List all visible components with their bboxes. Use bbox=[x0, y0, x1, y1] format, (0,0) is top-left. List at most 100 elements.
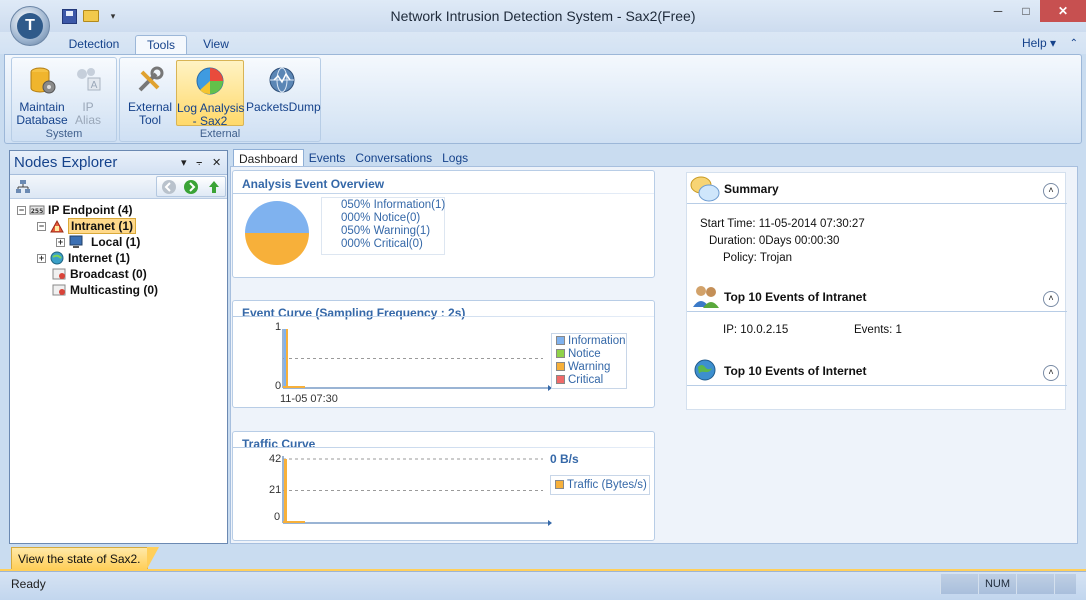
y-tick-label: 0 bbox=[275, 380, 282, 392]
nodes-explorer-header: Nodes Explorer ▾ ⨪ ✕ bbox=[10, 151, 227, 175]
y-tick-label: 21 bbox=[269, 484, 282, 496]
panel-menu-button[interactable]: ▾ bbox=[181, 156, 187, 169]
divider bbox=[233, 193, 654, 194]
ribbon-tabs: Detection Tools View Help ▾ ⌃ bbox=[0, 32, 1086, 54]
database-icon bbox=[30, 67, 56, 94]
nodes-toolbar bbox=[10, 175, 227, 199]
help-menu[interactable]: Help ▾ bbox=[1022, 36, 1056, 50]
forward-icon[interactable] bbox=[183, 179, 199, 195]
intranet-ip: IP: 10.0.2.15 bbox=[723, 324, 789, 336]
tab-conversations[interactable]: Conversations bbox=[350, 149, 437, 167]
svg-text:A: A bbox=[91, 80, 98, 91]
overview-card: Analysis Event Overview 050% Information… bbox=[232, 170, 655, 278]
legend-label: Critical bbox=[568, 374, 604, 386]
tab-events[interactable]: Events bbox=[304, 149, 351, 167]
window-controls: ─ □ ✕ bbox=[984, 0, 1086, 22]
y-tick-label: 1 bbox=[275, 321, 282, 333]
bar-information bbox=[284, 329, 286, 388]
expand-icon[interactable]: + bbox=[56, 237, 65, 247]
tree-node-internet[interactable]: + Internet (1) bbox=[37, 250, 130, 266]
collapse-icon[interactable]: − bbox=[17, 205, 26, 215]
legend-label: Traffic (Bytes/s) bbox=[567, 479, 647, 491]
traffic-legend: Traffic (Bytes/s) bbox=[550, 475, 650, 495]
external-tool-label: External Tool bbox=[127, 100, 173, 127]
overview-pie-chart bbox=[245, 201, 309, 265]
collapse-summary-button[interactable]: ˄ bbox=[1043, 183, 1059, 199]
title-bar: ▾ Network Intrusion Detection System - S… bbox=[0, 0, 1086, 32]
swatch bbox=[556, 375, 565, 384]
divider bbox=[233, 316, 654, 317]
legend-item-warning: Warning bbox=[556, 361, 622, 374]
packets-dump-button[interactable]: PacketsDump bbox=[246, 60, 321, 126]
external-tool-button[interactable]: External Tool bbox=[122, 60, 178, 127]
x-axis-arrow bbox=[548, 520, 552, 526]
legend-item-information: Information bbox=[556, 335, 626, 348]
ribbon-group-system: Maintain Database A IP Alias System bbox=[11, 57, 117, 142]
overview-legend: 050% Information(1) 000% Notice(0) 050% … bbox=[321, 197, 445, 255]
ip-alias-button[interactable]: A IP Alias bbox=[62, 60, 114, 127]
chat-bubbles-icon bbox=[690, 176, 720, 202]
bar-traffic bbox=[284, 459, 287, 523]
legend-item: 050% Information(1) bbox=[341, 199, 446, 211]
tree-node-intranet[interactable]: − Intranet (1) bbox=[37, 218, 137, 234]
policy: Policy: Trojan bbox=[723, 252, 793, 264]
status-bar: Ready NUM bbox=[0, 571, 1086, 600]
tree-node-label: Multicasting (0) bbox=[70, 283, 159, 297]
duration: Duration: 0Days 00:00:30 bbox=[709, 235, 840, 247]
collapse-internet-button[interactable]: ˄ bbox=[1043, 365, 1059, 381]
close-button[interactable]: ✕ bbox=[1040, 0, 1086, 22]
ribbon-group-external: External Tool Log Analysis - Sax2 Packet… bbox=[119, 57, 321, 142]
close-panel-button[interactable]: ✕ bbox=[212, 156, 221, 169]
resize-grip[interactable] bbox=[1054, 574, 1076, 594]
scroll-indicator bbox=[1016, 574, 1054, 594]
tree-node-multicasting[interactable]: Multicasting (0) bbox=[51, 282, 158, 298]
legend-item: 050% Warning(1) bbox=[341, 225, 431, 237]
log-analysis-button[interactable]: Log Analysis - Sax2 bbox=[176, 60, 244, 128]
nodes-explorer-title: Nodes Explorer bbox=[14, 154, 118, 171]
tools-icon bbox=[138, 66, 164, 92]
up-arrow-icon[interactable] bbox=[206, 179, 222, 195]
legend-item-traffic: Traffic (Bytes/s) bbox=[555, 479, 647, 492]
swatch bbox=[556, 336, 565, 345]
minimize-button[interactable]: ─ bbox=[984, 0, 1012, 22]
legend-label: Notice bbox=[568, 348, 601, 360]
tree-node-local[interactable]: + Local (1) bbox=[56, 234, 140, 250]
expand-icon[interactable]: + bbox=[37, 253, 46, 263]
tab-dashboard[interactable]: Dashboard bbox=[233, 149, 304, 167]
collapse-intranet-button[interactable]: ˄ bbox=[1043, 291, 1059, 307]
tree-node-label: Broadcast (0) bbox=[70, 267, 147, 281]
traffic-rate: 0 B/s bbox=[550, 452, 579, 466]
y-tick-label: 0 bbox=[274, 511, 281, 523]
event-curve-card: Event Curve (Sampling Frequency : 2s) 1 … bbox=[232, 300, 655, 408]
event-curve-legend: Information Notice Warning Critical bbox=[551, 333, 627, 389]
divider bbox=[687, 385, 1067, 386]
tab-detection[interactable]: Detection bbox=[62, 35, 126, 54]
tab-logs[interactable]: Logs bbox=[437, 149, 473, 167]
maximize-button[interactable]: □ bbox=[1012, 0, 1040, 22]
state-tab[interactable]: View the state of Sax2. bbox=[11, 547, 159, 569]
swatch bbox=[556, 362, 565, 371]
divider bbox=[687, 311, 1067, 312]
application-menu-button[interactable]: T bbox=[10, 6, 50, 46]
network-icon[interactable] bbox=[15, 179, 31, 195]
legend-item: 000% Notice(0) bbox=[341, 212, 421, 224]
tree-node-broadcast[interactable]: Broadcast (0) bbox=[51, 266, 147, 282]
tab-tools[interactable]: Tools bbox=[135, 35, 187, 54]
group-label-external: External bbox=[199, 128, 241, 140]
legend-item: 000% Critical(0) bbox=[341, 238, 423, 250]
tree-node-ip-endpoint[interactable]: − 255 IP Endpoint (4) bbox=[17, 202, 132, 218]
bar-warning bbox=[286, 329, 288, 388]
pin-icon[interactable]: ⨪ bbox=[196, 156, 202, 169]
traffic-curve-card: Traffic Curve 42 21 0 0 B/s Traffic (Byt… bbox=[232, 431, 655, 541]
intranet-events: Events: 1 bbox=[854, 324, 902, 336]
internet-section-title: Top 10 Events of Internet bbox=[724, 364, 867, 378]
y-tick-label: 42 bbox=[269, 453, 282, 465]
caps-indicator bbox=[940, 574, 978, 594]
tab-view[interactable]: View bbox=[196, 35, 236, 54]
ribbon-panel: Maintain Database A IP Alias System Exte… bbox=[4, 54, 1082, 144]
collapse-icon[interactable]: − bbox=[37, 221, 46, 231]
summary-title: Summary bbox=[724, 182, 779, 196]
minimize-ribbon-icon[interactable]: ⌃ bbox=[1070, 38, 1078, 49]
back-icon[interactable] bbox=[161, 179, 177, 195]
event-curve-chart bbox=[282, 329, 552, 391]
